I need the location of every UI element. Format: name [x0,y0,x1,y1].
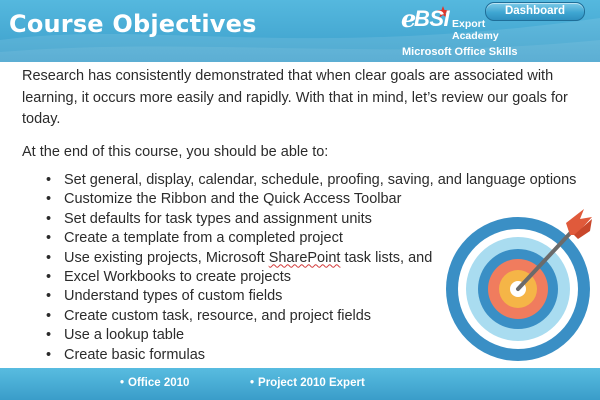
logo-export-text: Export [452,18,486,30]
lead-in-text: At the end of this course, you should be… [22,143,329,160]
header-bar: Course Objectives Dashboard e BSI Export… [0,0,600,62]
footer-item-label: Office 2010 [128,377,190,389]
footer-item-office: • Office 2010 [120,377,189,389]
intro-paragraph: Research has consistently demonstrated t… [22,68,568,127]
logo-bsi: BSI [414,6,450,31]
logo-tagline: Microsoft Office Skills [402,46,518,58]
dashboard-button[interactable]: Dashboard [485,2,585,21]
objective-text-part: task lists, and [340,249,433,266]
bullet-dot: • [250,377,255,389]
footer-item-project: • Project 2010 Expert [250,377,365,389]
target-icon [446,209,592,361]
objective-text-part: Use existing projects, Microsoft [64,249,269,266]
logo-academy-text: Academy [452,30,499,42]
bullet-dot: • [120,377,125,389]
page-title: Course Objectives [9,10,257,38]
objective-item: Set general, display, calendar, schedule… [46,171,582,191]
spellcheck-word: SharePoint [268,249,341,266]
footer-item-label: Project 2010 Expert [258,377,365,389]
footer-bar: • Office 2010 • Project 2010 Expert [0,368,600,400]
